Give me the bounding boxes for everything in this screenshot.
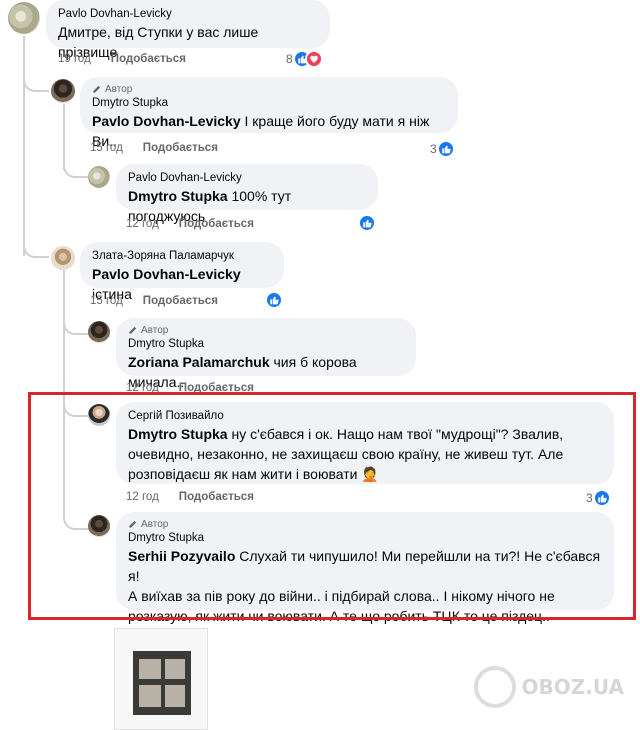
watermark-logo-icon [473, 666, 516, 708]
comment-author[interactable]: Dmytro Stupka [92, 96, 446, 111]
avatar[interactable] [88, 321, 110, 343]
attachment-photo [165, 685, 185, 707]
comment-meta: 19 год Подобається [58, 53, 186, 65]
pencil-icon [129, 326, 137, 334]
comment-author[interactable]: Злата-Зоряна Паламарчук [92, 249, 272, 264]
attachment-photo [139, 659, 161, 679]
watermark-text: OBOZ.UA [521, 675, 624, 699]
comment-time[interactable]: 19 год [58, 53, 91, 65]
author-badge: Автор [128, 325, 404, 336]
thread-curve [63, 313, 89, 335]
comment-bubble: Pavlo Dovhan-Levicky Дмитре, від Ступки … [46, 0, 330, 60]
comment-bubble: Pavlo Dovhan-Levicky Dmytro Stupka 100% … [116, 164, 378, 224]
reaction-summary[interactable] [358, 214, 376, 232]
mention-link[interactable]: Pavlo Dovhan-Levicky [92, 113, 241, 129]
avatar[interactable] [88, 166, 110, 188]
mention-link[interactable]: Pavlo Dovhan-Levicky [92, 266, 241, 282]
author-badge-label: Автор [105, 84, 133, 95]
avatar[interactable] [51, 79, 75, 103]
comment-time[interactable]: 15 год [90, 295, 123, 307]
comment-meta: 15 год Подобається [90, 295, 218, 307]
like-button[interactable]: Подобається [111, 53, 186, 65]
avatar[interactable] [51, 246, 75, 270]
reaction-count: 3 [430, 142, 437, 156]
like-reaction-icon [436, 140, 455, 158]
comment-author[interactable]: Pavlo Dovhan-Levicky [128, 171, 366, 186]
comment-time[interactable]: 15 год [90, 142, 123, 154]
comment-meta: 15 год Подобається [90, 142, 218, 154]
attachment-photo [165, 659, 185, 679]
avatar[interactable] [8, 2, 40, 34]
attachment-photo [139, 685, 161, 707]
comment-author[interactable]: Pavlo Dovhan-Levicky [58, 7, 318, 22]
highlight-frame [28, 392, 636, 620]
heart-reaction-icon [304, 50, 323, 68]
mention-link[interactable]: Zoriana Palamarchuk [128, 354, 270, 370]
comment-bubble: Автор Dmytro Stupka Zoriana Palamarchuk … [116, 318, 416, 390]
thread-line-main [23, 36, 25, 256]
reaction-summary[interactable]: 8 [286, 50, 323, 68]
watermark: OBOZ.UA [473, 666, 624, 708]
author-badge: Автор [92, 84, 446, 95]
like-reaction-icon [358, 214, 376, 232]
comment-meta: 12 год Подобається [126, 218, 254, 230]
author-badge-label: Автор [141, 325, 169, 336]
like-button[interactable]: Подобається [179, 218, 254, 230]
thread-curve [63, 156, 89, 178]
thread-curve [23, 70, 49, 92]
image-attachment[interactable] [114, 628, 208, 730]
like-reaction-icon [265, 291, 283, 309]
thread-curve [23, 236, 49, 258]
comment-author[interactable]: Dmytro Stupka [128, 337, 404, 352]
mention-link[interactable]: Dmytro Stupka [128, 188, 228, 204]
comment-bubble: Автор Dmytro Stupka Pavlo Dovhan-Levicky… [80, 77, 458, 149]
comment-bubble: Злата-Зоряна Паламарчук Pavlo Dovhan-Lev… [80, 242, 284, 302]
like-button[interactable]: Подобається [143, 142, 218, 154]
pencil-icon [93, 85, 101, 93]
reaction-summary[interactable] [265, 291, 283, 309]
reaction-summary[interactable]: 3 [430, 140, 455, 158]
reaction-count: 8 [286, 52, 293, 66]
like-button[interactable]: Подобається [143, 295, 218, 307]
comment-time[interactable]: 12 год [126, 218, 159, 230]
